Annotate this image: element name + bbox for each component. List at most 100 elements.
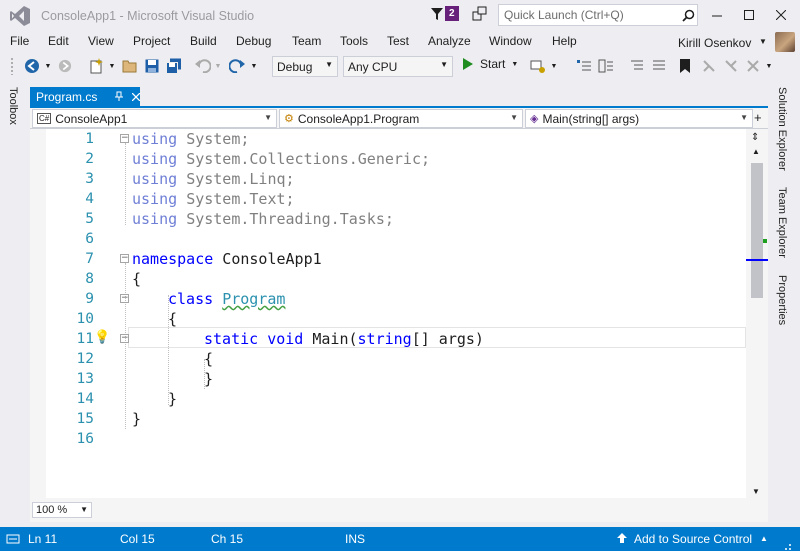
code-line: 4 using System.Text; [30, 189, 746, 209]
line-number: 4 [85, 191, 94, 207]
line-number: 10 [76, 311, 94, 327]
editor-bottom-bar: 100 % ▼ [30, 498, 746, 522]
menu-tools[interactable]: Tools [340, 34, 368, 48]
code-text: using System.Threading.Tasks; [132, 210, 394, 228]
step-into-icon[interactable] [575, 57, 593, 75]
comment-lines-icon[interactable] [628, 57, 646, 75]
start-debugging-button[interactable]: Start ▼ [462, 57, 518, 71]
toolbox-tab[interactable]: Toolbox [7, 87, 19, 125]
scroll-up-icon[interactable]: ▲ [752, 147, 760, 156]
menu-view[interactable]: View [88, 34, 114, 48]
menu-debug[interactable]: Debug [236, 34, 271, 48]
chevron-down-icon[interactable]: ▼ [511, 61, 518, 68]
menu-team[interactable]: Team [292, 34, 321, 48]
platform-select[interactable]: Any CPU ▼ [343, 56, 453, 77]
scroll-thumb[interactable] [751, 163, 763, 298]
add-to-source-control-button[interactable]: Add to Source Control [634, 532, 752, 546]
project-select-value: ConsoleApp1 [55, 111, 128, 126]
browser-link-icon[interactable] [528, 57, 548, 75]
configuration-select[interactable]: Debug ▼ [272, 56, 338, 77]
maximize-button[interactable] [732, 0, 766, 30]
navigate-back-icon[interactable] [22, 57, 42, 75]
code-line: 16 [30, 429, 746, 449]
menu-window[interactable]: Window [489, 34, 532, 48]
minimize-button[interactable] [700, 0, 734, 30]
undo-icon[interactable] [194, 57, 212, 75]
clear-bookmarks-icon[interactable] [744, 57, 762, 75]
split-window-icon[interactable]: ⇕ [751, 132, 759, 143]
code-text: } [168, 390, 178, 408]
notifications-button[interactable]: 2 [430, 6, 459, 21]
lightbulb-icon[interactable]: 💡 [94, 330, 110, 345]
back-dropdown-icon[interactable]: ▼ [44, 57, 52, 75]
redo-dropdown-icon[interactable]: ▼ [250, 57, 258, 75]
chevron-up-icon[interactable]: ▲ [760, 534, 768, 543]
avatar[interactable] [775, 32, 795, 52]
code-line: 9 − class Program [30, 289, 746, 309]
scroll-down-icon[interactable]: ▼ [752, 487, 760, 496]
step-over-icon[interactable] [597, 57, 615, 75]
code-text: { [168, 310, 178, 328]
menu-project[interactable]: Project [133, 34, 170, 48]
new-project-icon[interactable] [86, 57, 106, 75]
code-editor[interactable]: 1 − using System; 2 using System.Collect… [30, 129, 746, 498]
member-select[interactable]: ◈ Main(string[] args) ▼ [525, 109, 753, 128]
resize-grip-icon[interactable] [782, 540, 792, 551]
play-icon [463, 58, 473, 70]
chevron-down-icon: ▼ [740, 113, 748, 122]
team-explorer-tab[interactable]: Team Explorer [776, 187, 788, 258]
collapse-icon[interactable]: − [120, 254, 129, 263]
search-icon[interactable] [679, 9, 697, 22]
feedback-icon[interactable] [472, 6, 488, 22]
zoom-select[interactable]: 100 % ▼ [32, 502, 92, 518]
vertical-scrollbar[interactable]: ⇕ ▲ ▼ [746, 129, 768, 522]
ready-icon [6, 532, 20, 549]
menu-help[interactable]: Help [552, 34, 577, 48]
save-icon[interactable] [143, 57, 161, 75]
uncomment-lines-icon[interactable] [650, 57, 668, 75]
collapse-icon[interactable]: − [120, 294, 129, 303]
properties-tab[interactable]: Properties [776, 275, 788, 325]
next-bookmark-icon[interactable] [722, 57, 740, 75]
chevron-down-icon: ▼ [80, 505, 88, 514]
code-line: 8 { [30, 269, 746, 289]
quick-launch-search[interactable]: Quick Launch (Ctrl+Q) [498, 4, 698, 26]
menu-file[interactable]: File [10, 34, 29, 48]
project-select[interactable]: C# ConsoleApp1 ▼ [32, 109, 277, 128]
open-file-icon[interactable] [120, 57, 140, 75]
redo-icon[interactable] [228, 57, 246, 75]
line-number: 8 [85, 271, 94, 287]
collapse-icon[interactable]: − [120, 334, 129, 343]
navigate-forward-icon[interactable] [56, 57, 74, 75]
new-dropdown-icon[interactable]: ▼ [108, 57, 116, 75]
code-text: { [204, 350, 214, 368]
menu-build[interactable]: Build [190, 34, 217, 48]
close-button[interactable] [764, 0, 798, 30]
code-line: 13 } [30, 369, 746, 389]
previous-bookmark-icon[interactable] [700, 57, 718, 75]
zoom-value: 100 % [36, 504, 68, 516]
user-name[interactable]: Kirill Osenkov [678, 36, 751, 50]
close-icon[interactable] [131, 90, 141, 104]
toolbar-options-icon[interactable]: ▼ [764, 57, 774, 75]
pin-icon[interactable] [114, 90, 124, 104]
solution-explorer-tab[interactable]: Solution Explorer [776, 87, 788, 171]
menu-edit[interactable]: Edit [48, 34, 69, 48]
collapse-icon[interactable]: − [120, 134, 129, 143]
menu-test[interactable]: Test [387, 34, 409, 48]
line-number: 11 [76, 331, 94, 347]
caret-position-marker [746, 259, 768, 261]
bookmark-icon[interactable] [677, 57, 693, 75]
save-all-icon[interactable] [164, 57, 184, 75]
class-select[interactable]: ⚙ ConsoleApp1.Program ▼ [279, 109, 523, 128]
code-text: using System.Text; [132, 190, 295, 208]
add-icon[interactable]: + [754, 110, 762, 125]
tab-program-cs[interactable]: Program.cs [30, 87, 141, 107]
undo-dropdown-icon[interactable]: ▼ [214, 57, 222, 75]
chevron-down-icon[interactable]: ▼ [759, 37, 767, 46]
toolbar-grip[interactable] [10, 57, 14, 75]
browser-dropdown-icon[interactable]: ▼ [550, 57, 558, 75]
menu-analyze[interactable]: Analyze [428, 34, 471, 48]
upload-icon[interactable] [616, 532, 628, 547]
quick-launch-input[interactable]: Quick Launch (Ctrl+Q) [504, 8, 679, 22]
